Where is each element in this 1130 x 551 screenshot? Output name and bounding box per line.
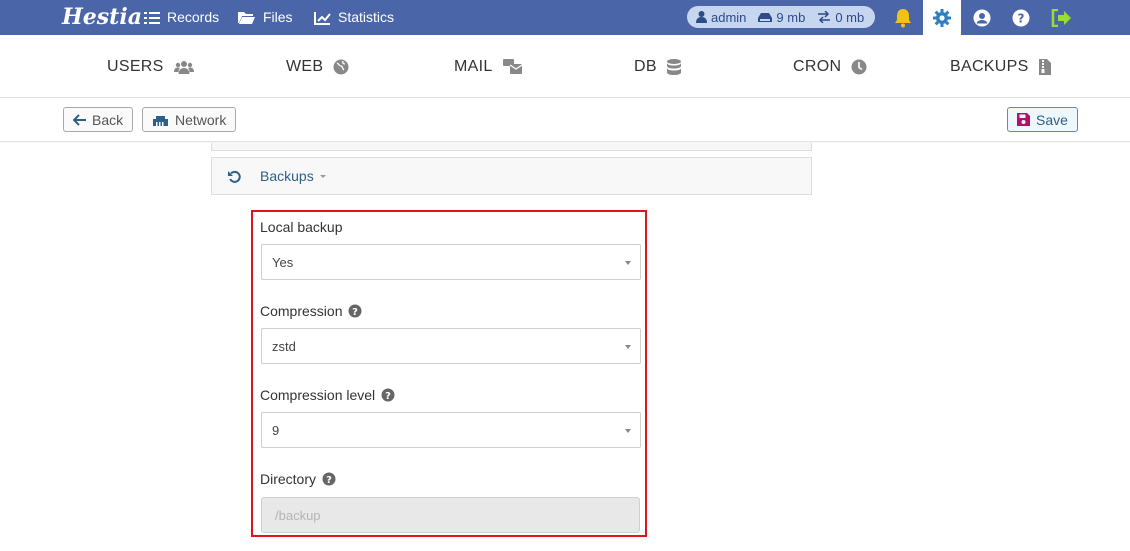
disk-usage: 9 mb	[776, 9, 806, 25]
svg-text:?: ?	[1018, 11, 1025, 25]
backups-section-header[interactable]: Backups	[211, 157, 812, 195]
logout-button[interactable]	[1042, 0, 1080, 35]
clock-icon	[851, 59, 867, 74]
menu-web-label: WEB	[286, 57, 324, 75]
directory-label-text: Directory	[260, 471, 317, 487]
users-icon	[173, 60, 194, 74]
notifications-button[interactable]	[884, 0, 922, 35]
bell-icon	[895, 8, 911, 27]
compression-level-select[interactable]: 9	[261, 412, 641, 448]
directory-label: Directory ?	[260, 471, 336, 487]
nav-files[interactable]: Files	[237, 0, 293, 35]
compression-label-text: Compression	[260, 303, 343, 319]
nav-files-label: Files	[263, 9, 293, 25]
menu-cron-label: CRON	[793, 57, 842, 75]
backups-section-title: Backups	[260, 168, 314, 184]
directory-input	[261, 497, 640, 533]
top-bar: Hestia Records Files Statistics admin 9 …	[0, 0, 1130, 35]
back-button[interactable]: Back	[63, 107, 134, 132]
nav-statistics-label: Statistics	[338, 9, 395, 25]
user-name: admin	[711, 9, 747, 25]
hdd-icon	[758, 12, 773, 22]
network-button[interactable]: Network	[142, 107, 237, 132]
compression-value: zstd	[272, 338, 296, 354]
svg-text:?: ?	[326, 475, 332, 486]
toolbar: Back Network Save	[0, 98, 1130, 142]
back-button-label: Back	[92, 111, 124, 128]
network-button-label: Network	[175, 111, 227, 128]
save-button[interactable]: Save	[1007, 107, 1078, 132]
local-backup-label-text: Local backup	[260, 219, 343, 235]
question-circle-icon[interactable]: ?	[348, 304, 362, 318]
undo-icon	[228, 170, 241, 183]
bandwidth-indicator: 0 mb	[817, 10, 864, 25]
compression-level-label-text: Compression level	[260, 387, 376, 403]
help-button[interactable]: ?	[1002, 0, 1040, 35]
question-circle-icon[interactable]: ?	[322, 472, 336, 486]
list-icon	[144, 11, 160, 24]
compression-level-label: Compression level ?	[260, 387, 395, 403]
svg-text:?: ?	[385, 391, 391, 402]
menu-db-label: DB	[634, 57, 657, 75]
menu-web[interactable]: WEB	[286, 35, 349, 98]
main-menu: USERS WEB MAIL DB CRON BACKUPS	[0, 35, 1130, 98]
disk-indicator: 9 mb	[758, 10, 805, 25]
menu-mail-label: MAIL	[454, 57, 493, 75]
arrow-left-icon	[73, 113, 86, 126]
folder-open-icon	[238, 11, 255, 24]
nav-statistics[interactable]: Statistics	[314, 0, 394, 35]
chevron-down-icon	[625, 261, 631, 265]
menu-mail[interactable]: MAIL	[454, 35, 522, 98]
mail-bulk-icon	[502, 59, 522, 74]
server-settings-button[interactable]	[923, 0, 961, 35]
user-indicator: admin	[696, 10, 746, 25]
file-archive-icon	[1038, 58, 1051, 75]
app-logo[interactable]: Hestia	[62, 2, 142, 32]
exchange-icon	[818, 11, 831, 23]
previous-section-bottom	[211, 143, 812, 151]
compression-label: Compression ?	[260, 303, 362, 319]
menu-cron[interactable]: CRON	[793, 35, 867, 98]
caret-down-icon	[319, 174, 326, 178]
question-circle-icon[interactable]: ?	[381, 388, 395, 402]
bandwidth-usage: 0 mb	[835, 9, 865, 25]
chevron-down-icon	[625, 345, 631, 349]
sign-out-icon	[1051, 8, 1071, 27]
user-account-button[interactable]	[963, 0, 1001, 35]
user-summary-pill[interactable]: admin 9 mb 0 mb	[687, 6, 875, 28]
chart-line-icon	[314, 11, 331, 25]
gear-icon	[933, 8, 951, 27]
question-circle-icon: ?	[1012, 9, 1030, 26]
user-icon	[696, 11, 707, 23]
compression-level-value: 9	[272, 422, 280, 438]
menu-users[interactable]: USERS	[107, 35, 194, 98]
save-icon	[1017, 113, 1030, 126]
menu-users-label: USERS	[107, 57, 164, 75]
ethernet-icon	[153, 115, 168, 126]
compression-select[interactable]: zstd	[261, 328, 641, 364]
save-button-label: Save	[1036, 111, 1068, 128]
globe-icon	[333, 59, 349, 74]
local-backup-label: Local backup	[260, 219, 343, 235]
local-backup-value: Yes	[272, 254, 294, 270]
database-icon	[666, 58, 681, 75]
nav-records[interactable]: Records	[144, 0, 219, 35]
chevron-down-icon	[625, 429, 631, 433]
user-circle-icon	[973, 9, 991, 26]
menu-backups-label: BACKUPS	[950, 57, 1029, 75]
svg-text:?: ?	[353, 307, 359, 318]
menu-db[interactable]: DB	[634, 35, 681, 98]
nav-records-label: Records	[167, 9, 220, 25]
settings-content: Backups Local backup Yes Compression ? z…	[0, 143, 1130, 551]
local-backup-select[interactable]: Yes	[261, 244, 641, 280]
menu-backups[interactable]: BACKUPS	[950, 35, 1051, 98]
